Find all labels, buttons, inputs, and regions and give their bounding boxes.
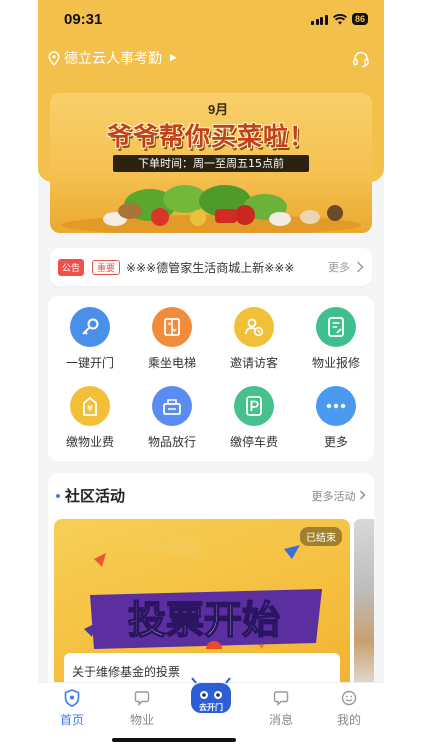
more-activities-link[interactable]: 更多活动 — [312, 488, 367, 504]
caret-right-icon: ▶ — [170, 53, 177, 63]
banner-subtitle: 下单时间：周一至周五15点前 — [113, 155, 309, 172]
service-item-release[interactable]: 物品放行 — [137, 386, 207, 450]
message-icon — [273, 691, 289, 706]
signal-icon — [311, 14, 328, 25]
service-label: 邀请访客 — [229, 356, 278, 370]
chevron-right-icon — [357, 261, 364, 273]
elevator-icon — [152, 307, 192, 347]
next-activity-card[interactable] — [354, 519, 374, 693]
vegetables-illustration — [61, 185, 361, 233]
smiley-icon — [341, 690, 357, 706]
tab-open-door[interactable]: 去开门 — [188, 677, 234, 719]
status-icons: 86 — [311, 13, 368, 25]
service-label: 物业报修 — [311, 356, 360, 370]
notice-importance-badge: 重要 — [92, 259, 121, 275]
wifi-icon — [332, 13, 347, 24]
shield-icon — [64, 689, 80, 707]
notice-bar[interactable]: 公告 重要 ※※※德管家生活商城上新※※※ 更多 — [50, 248, 372, 286]
tab-open-door-label: 去开门 — [199, 702, 223, 712]
banner-title: 爷爷帮你买菜啦！ — [106, 122, 315, 151]
location-name: 德立云人事考勤 — [64, 51, 162, 67]
service-label: 物品放行 — [147, 435, 196, 449]
banner-month: 9月 — [208, 102, 229, 117]
location-pin-icon — [48, 50, 60, 66]
promo-banner[interactable]: 9月 爷爷帮你买菜啦！ 下单时间：周一至周五15点前 — [50, 93, 372, 233]
service-label: 缴物业费 — [65, 435, 114, 449]
activity-status-badge: 已结束 — [300, 527, 342, 546]
vote-title-graphic: 投票开始 — [90, 589, 322, 649]
parking-icon — [234, 386, 274, 426]
activity-card[interactable]: 已结束 投票开始 关于维修基金的投票 — [54, 519, 350, 693]
tab-home-label: 首页 — [59, 713, 84, 727]
community-section: 社区活动 更多活动 已结束 投票开始 关于维修基金的投票 — [48, 473, 374, 693]
tab-messages[interactable]: 消息 — [251, 689, 311, 728]
community-title: 社区活动 — [65, 487, 126, 505]
tab-profile-label: 我的 — [336, 713, 361, 727]
service-grid: 一键开门 乘坐电梯 邀请访客 物业报修 ¥ 缴物业费 物品放行 缴停车费 更多 — [48, 296, 374, 461]
service-property-fee[interactable]: ¥ 缴物业费 — [55, 386, 125, 450]
svg-text:¥: ¥ — [87, 404, 93, 413]
service-label: 缴停车费 — [229, 435, 278, 449]
more-activities-label: 更多活动 — [311, 490, 356, 503]
door-robot-icon: 去开门 — [191, 677, 231, 713]
tab-messages-label: 消息 — [268, 713, 293, 727]
service-door-open[interactable]: 一键开门 — [55, 307, 125, 371]
tab-profile[interactable]: 我的 — [319, 689, 379, 728]
section-title: 社区活动 — [56, 485, 125, 506]
service-more[interactable]: 更多 — [301, 386, 371, 450]
service-label: 一键开门 — [65, 356, 114, 370]
notice-tag: 公告 — [58, 258, 85, 276]
repair-icon — [316, 307, 356, 347]
battery-icon: 86 — [351, 13, 368, 25]
service-elevator[interactable]: 乘坐电梯 — [137, 307, 207, 371]
more-icon — [316, 386, 356, 426]
headset-icon[interactable] — [352, 50, 370, 68]
property-fee-icon: ¥ — [70, 386, 110, 426]
visitor-icon — [234, 307, 274, 347]
chat-bubble-icon — [134, 691, 150, 706]
notice-text: ※※※德管家生活商城上新※※※ — [126, 260, 295, 275]
service-label: 更多 — [323, 435, 348, 449]
tab-property-label: 物业 — [129, 713, 154, 727]
tab-home[interactable]: 首页 — [42, 689, 102, 728]
activity-banner-text: 投票开始 — [128, 598, 280, 642]
item-release-icon — [152, 386, 192, 426]
service-label: 乘坐电梯 — [147, 356, 196, 370]
chevron-right-icon — [360, 490, 366, 500]
app-screen: 09:31 86 德立云人事考勤 ▶ 9月 爷爷帮你买菜啦！ 下单时间：周一至周… — [38, 0, 384, 750]
notice-more-link[interactable]: 更多 — [328, 259, 350, 275]
location-selector[interactable]: 德立云人事考勤 ▶ — [48, 48, 177, 68]
status-time: 09:31 — [64, 10, 103, 28]
title-dot — [56, 493, 60, 498]
key-icon — [70, 307, 110, 347]
tab-property[interactable]: 物业 — [112, 689, 172, 728]
home-indicator — [112, 738, 236, 742]
status-bar: 09:31 86 — [38, 0, 384, 38]
service-repair[interactable]: 物业报修 — [301, 307, 371, 371]
service-parking-fee[interactable]: 缴停车费 — [219, 386, 289, 450]
service-invite-visitor[interactable]: 邀请访客 — [219, 307, 289, 371]
